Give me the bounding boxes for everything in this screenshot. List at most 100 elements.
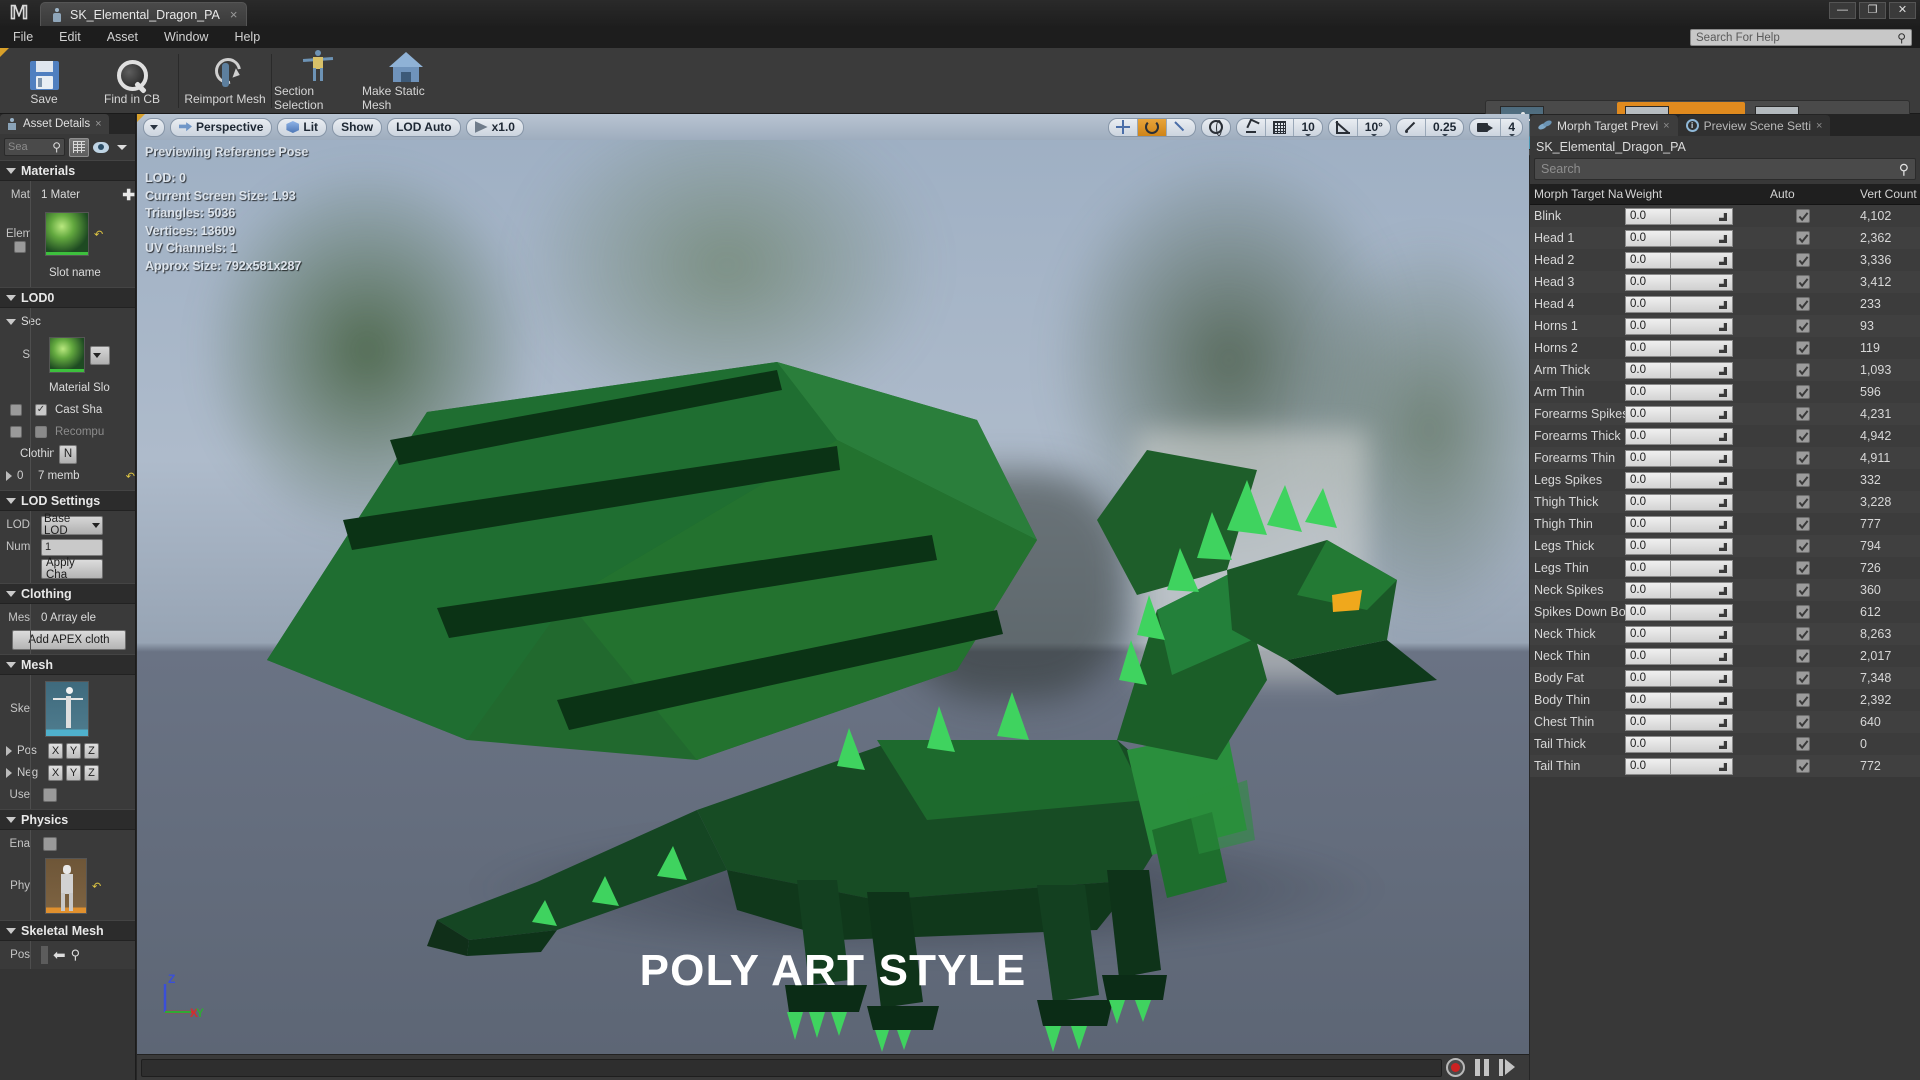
neg-bounds-x-input[interactable]: X bbox=[48, 765, 63, 781]
morph-auto-checkbox[interactable] bbox=[1796, 649, 1810, 663]
morph-weight-slider[interactable] bbox=[1671, 449, 1733, 467]
expand-triangle-icon[interactable] bbox=[6, 768, 12, 778]
scale-gizmo-button[interactable] bbox=[1167, 119, 1195, 136]
camera-speed-value[interactable]: 4 bbox=[1501, 119, 1522, 136]
morph-auto-checkbox[interactable] bbox=[1796, 693, 1810, 707]
show-button[interactable]: Show bbox=[332, 117, 383, 137]
morph-weight-input[interactable]: 0.0 bbox=[1625, 581, 1671, 599]
lod-button[interactable]: LOD Auto bbox=[387, 117, 461, 137]
morph-weight-input[interactable]: 0.0 bbox=[1625, 295, 1671, 313]
tab-preview-scene-settings[interactable]: i Preview Scene Setti × bbox=[1677, 115, 1831, 136]
morph-weight-slider[interactable] bbox=[1671, 515, 1733, 533]
morph-weight-input[interactable]: 0.0 bbox=[1625, 537, 1671, 555]
viewport-options-button[interactable] bbox=[143, 117, 165, 137]
morph-auto-checkbox[interactable] bbox=[1796, 451, 1810, 465]
morph-weight-slider[interactable] bbox=[1671, 559, 1733, 577]
neg-bounds-y-input[interactable]: Y bbox=[66, 765, 81, 781]
world-coordinate-button[interactable] bbox=[1202, 119, 1230, 136]
morph-weight-slider[interactable] bbox=[1671, 273, 1733, 291]
material-slot-dropdown[interactable] bbox=[90, 345, 110, 365]
morph-search-input[interactable]: Search ⚲ bbox=[1534, 158, 1916, 180]
bounds-y-input[interactable]: Y bbox=[66, 743, 81, 759]
morph-weight-input[interactable]: 0.0 bbox=[1625, 383, 1671, 401]
lod-material-thumbnail[interactable] bbox=[49, 337, 85, 373]
morph-auto-checkbox[interactable] bbox=[1796, 561, 1810, 575]
scale-snap-value[interactable]: 0.25 bbox=[1426, 119, 1463, 136]
morph-target-row[interactable]: Arm Thick 0.0 1,093 bbox=[1530, 359, 1920, 381]
section-header-lod0[interactable]: LOD0 bbox=[0, 287, 135, 308]
morph-target-row[interactable]: Body Fat 0.0 7,348 bbox=[1530, 667, 1920, 689]
morph-auto-checkbox[interactable] bbox=[1796, 407, 1810, 421]
asset-picker-field[interactable] bbox=[41, 946, 48, 964]
menu-file[interactable]: File bbox=[0, 26, 46, 48]
morph-weight-slider[interactable] bbox=[1671, 537, 1733, 555]
column-auto[interactable]: Auto bbox=[1770, 187, 1860, 201]
record-button[interactable] bbox=[1446, 1058, 1465, 1077]
scale-snap-toggle[interactable] bbox=[1397, 118, 1426, 136]
morph-weight-slider[interactable] bbox=[1671, 581, 1733, 599]
morph-target-row[interactable]: Forearms Thick 0.0 4,942 bbox=[1530, 425, 1920, 447]
morph-target-row[interactable]: Tail Thick 0.0 0 bbox=[1530, 733, 1920, 755]
morph-weight-input[interactable]: 0.0 bbox=[1625, 449, 1671, 467]
section-header-mesh[interactable]: Mesh bbox=[0, 654, 135, 675]
morph-weight-slider[interactable] bbox=[1671, 383, 1733, 401]
section-header-physics[interactable]: Physics bbox=[0, 809, 135, 830]
morph-weight-input[interactable]: 0.0 bbox=[1625, 559, 1671, 577]
reset-icon[interactable]: ↶ bbox=[126, 470, 135, 483]
neg-bounds-z-input[interactable]: Z bbox=[84, 765, 99, 781]
grid-snap-toggle[interactable] bbox=[1266, 118, 1295, 136]
morph-target-row[interactable]: Neck Thick 0.0 8,263 bbox=[1530, 623, 1920, 645]
step-forward-button[interactable] bbox=[1499, 1059, 1515, 1076]
enable-physics-checkbox[interactable] bbox=[43, 837, 57, 851]
physics-asset-thumbnail[interactable] bbox=[45, 858, 87, 914]
morph-auto-checkbox[interactable] bbox=[1796, 231, 1810, 245]
morph-weight-input[interactable]: 0.0 bbox=[1625, 647, 1671, 665]
apply-changes-button[interactable]: Apply Cha bbox=[41, 557, 103, 581]
find-in-cb-button[interactable]: Find in CB bbox=[88, 50, 176, 112]
morph-weight-slider[interactable] bbox=[1671, 603, 1733, 621]
morph-target-row[interactable]: Horns 2 0.0 119 bbox=[1530, 337, 1920, 359]
morph-target-row[interactable]: Forearms Spikes 0.0 4,231 bbox=[1530, 403, 1920, 425]
morph-auto-checkbox[interactable] bbox=[1796, 297, 1810, 311]
bounds-x-input[interactable]: X bbox=[48, 743, 63, 759]
morph-target-row[interactable]: Head 3 0.0 3,412 bbox=[1530, 271, 1920, 293]
morph-target-row[interactable]: Head 1 0.0 2,362 bbox=[1530, 227, 1920, 249]
close-icon[interactable]: × bbox=[95, 118, 101, 130]
expand-triangle-icon[interactable] bbox=[6, 319, 16, 325]
morph-auto-checkbox[interactable] bbox=[1796, 539, 1810, 553]
move-gizmo-button[interactable] bbox=[1109, 118, 1139, 136]
morph-target-row[interactable]: Horns 1 0.0 93 bbox=[1530, 315, 1920, 337]
add-icon[interactable]: ✚ bbox=[122, 186, 135, 204]
morph-target-row[interactable]: Neck Spikes 0.0 360 bbox=[1530, 579, 1920, 601]
morph-weight-slider[interactable] bbox=[1671, 735, 1733, 753]
camera-speed-toggle[interactable] bbox=[1470, 118, 1502, 136]
morph-weight-slider[interactable] bbox=[1671, 361, 1733, 379]
morph-target-row[interactable]: Thigh Thick 0.0 3,228 bbox=[1530, 491, 1920, 513]
morph-weight-slider[interactable] bbox=[1671, 647, 1733, 665]
section-header-skeletal-mesh[interactable]: Skeletal Mesh bbox=[0, 920, 135, 941]
morph-auto-checkbox[interactable] bbox=[1796, 253, 1810, 267]
morph-target-row[interactable]: Thigh Thin 0.0 777 bbox=[1530, 513, 1920, 535]
morph-target-row[interactable]: Neck Thin 0.0 2,017 bbox=[1530, 645, 1920, 667]
morph-weight-slider[interactable] bbox=[1671, 339, 1733, 357]
browse-search-icon[interactable]: ⚲ bbox=[71, 947, 81, 963]
column-morph-target-name[interactable]: Morph Target Na bbox=[1530, 187, 1625, 201]
tab-morph-target-preview[interactable]: Morph Target Previ × bbox=[1530, 115, 1678, 136]
expand-triangle-icon[interactable] bbox=[6, 746, 12, 756]
angle-snap-value[interactable]: 10° bbox=[1358, 119, 1390, 136]
morph-weight-input[interactable]: 0.0 bbox=[1625, 493, 1671, 511]
row-swatch[interactable] bbox=[10, 404, 22, 416]
morph-weight-input[interactable]: 0.0 bbox=[1625, 471, 1671, 489]
angle-snap-toggle[interactable] bbox=[1329, 118, 1358, 136]
morph-weight-slider[interactable] bbox=[1671, 295, 1733, 313]
morph-weight-slider[interactable] bbox=[1671, 691, 1733, 709]
add-apex-clothing-button[interactable]: Add APEX cloth bbox=[12, 630, 126, 650]
morph-target-row[interactable]: Chest Thin 0.0 640 bbox=[1530, 711, 1920, 733]
morph-auto-checkbox[interactable] bbox=[1796, 715, 1810, 729]
section-header-materials[interactable]: Materials bbox=[0, 160, 135, 181]
morph-weight-input[interactable]: 0.0 bbox=[1625, 713, 1671, 731]
clothing-dropdown[interactable]: N bbox=[59, 444, 77, 464]
grid-snap-value[interactable]: 10 bbox=[1294, 119, 1321, 136]
pause-button[interactable] bbox=[1475, 1059, 1489, 1076]
timeline-scrubber[interactable] bbox=[141, 1058, 1442, 1077]
